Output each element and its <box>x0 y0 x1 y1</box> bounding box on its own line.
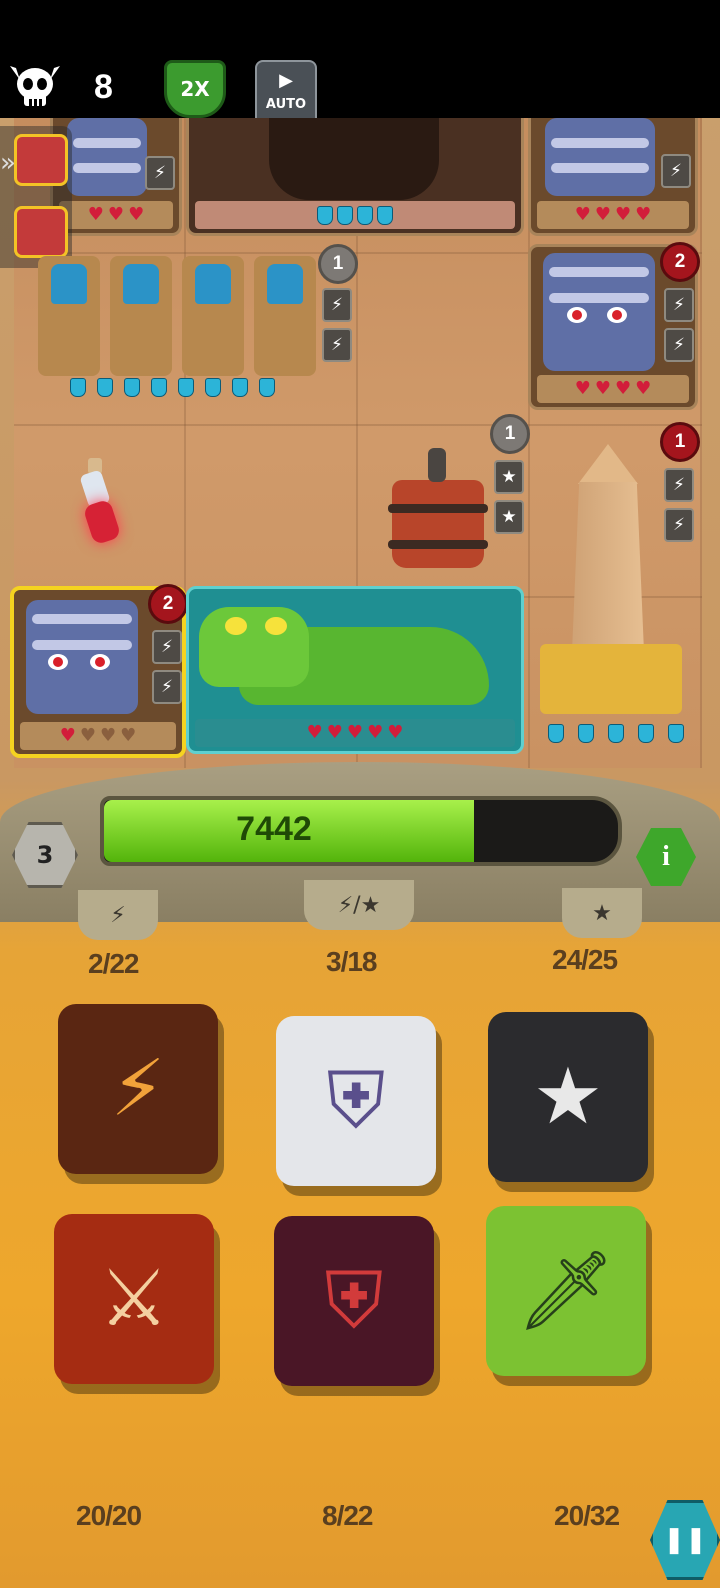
bolt-pip: ⚡ <box>664 508 694 542</box>
mummy-card-top-right[interactable]: ⚡ ♥ ♥ ♥ ♥ <box>528 118 698 236</box>
green-sword-die[interactable]: 🗡 <box>486 1206 646 1376</box>
auto-button[interactable]: ▶ AUTO <box>255 60 317 126</box>
pause-icon: ❚❚ <box>663 1525 707 1555</box>
skull-icon <box>6 62 64 112</box>
sword-icon: ⚔ <box>99 1254 169 1344</box>
bolt-pip: ⚡ <box>664 288 694 322</box>
count-badge: 1 <box>318 244 358 284</box>
powder-keg-icon[interactable] <box>384 448 494 570</box>
count-badge: 2 <box>148 584 188 624</box>
fire-bolt-die[interactable]: ⚡ <box>58 1004 218 1174</box>
level-number: 3 <box>36 841 54 869</box>
count-badge: 1 <box>490 414 530 454</box>
bolt-icon: ⚡ <box>110 902 126 928</box>
dark-shield-die[interactable]: ⛨ <box>274 1216 434 1386</box>
mummy-icon <box>543 253 655 371</box>
chest-icon[interactable] <box>14 134 68 186</box>
bolt-pip: ⚡ <box>664 468 694 502</box>
bolt-icon: ⚡ <box>110 1044 166 1134</box>
sword-icon: 🗡 <box>516 1245 616 1336</box>
health-bar: ♥ ♥ ♥ ♥ <box>537 201 689 229</box>
gate-icon <box>269 118 439 200</box>
white-shield-die[interactable]: ⛨ <box>276 1016 436 1186</box>
count-badge: 1 <box>660 422 700 462</box>
black-star-die[interactable]: ★ <box>488 1012 648 1182</box>
star-icon: ★ <box>592 900 612 926</box>
potion-icon[interactable] <box>79 458 122 546</box>
armor-bar <box>548 724 684 743</box>
pause-button[interactable]: ❚❚ <box>650 1500 720 1580</box>
bolt-pip: ⚡ <box>661 154 691 188</box>
score-label: 7442 <box>236 810 312 848</box>
count-badge: 2 <box>660 242 700 282</box>
pharaoh-icon <box>38 256 100 376</box>
armor-bar <box>70 378 275 397</box>
bolt-star-tab: ⚡/★ <box>304 880 414 930</box>
bolt-pip: ⚡ <box>322 288 352 322</box>
bottom-left-counter: 20/20 <box>76 1500 142 1531</box>
pharaoh-icon <box>110 256 172 376</box>
fire-sword-die[interactable]: ⚔ <box>54 1214 214 1384</box>
bolt-pip: ⚡ <box>152 670 182 704</box>
stone-gate-card[interactable] <box>186 118 524 236</box>
health-bar: ♥ ♥ ♥ ♥ <box>20 722 176 750</box>
star-pip: ★ <box>494 460 524 494</box>
progress-track: 7442 <box>100 796 622 866</box>
speed-label: 2X <box>180 77 210 101</box>
auto-label: AUTO <box>265 97 307 112</box>
armor-bar <box>195 201 515 229</box>
crocodile-card[interactable]: ♥ ♥ ♥ ♥ ♥ <box>186 586 524 754</box>
pharaoh-icon <box>182 256 244 376</box>
mummy-icon <box>67 118 147 196</box>
health-bar: ♥ ♥ ♥ <box>59 201 173 229</box>
bolt-star-counter: 3/18 <box>326 946 377 977</box>
health-bar: ♥ ♥ ♥ ♥ <box>537 375 689 403</box>
mummy-icon <box>26 600 138 714</box>
bottom-right-counter: 20/32 <box>554 1500 620 1531</box>
bolt-counter: 2/22 <box>88 948 139 979</box>
bolt-pip: ⚡ <box>322 328 352 362</box>
crocodile-icon <box>199 607 499 707</box>
star-counter: 24/25 <box>552 944 618 975</box>
bolt-star-icon: ⚡/★ <box>337 892 381 918</box>
info-icon: i <box>662 841 670 872</box>
bolt-pip: ⚡ <box>664 328 694 362</box>
pharaoh-icon <box>254 256 316 376</box>
skull-count: 8 <box>94 68 113 106</box>
star-icon: ★ <box>533 1052 603 1142</box>
bottom-mid-counter: 8/22 <box>322 1500 373 1531</box>
mummy-icon <box>545 118 655 196</box>
speed-2x-button[interactable]: 2X <box>164 60 226 118</box>
bolt-tab: ⚡ <box>78 890 158 940</box>
bolt-pip: ⚡ <box>152 630 182 664</box>
play-icon: ▶ <box>279 70 293 91</box>
bolt-pip: ⚡ <box>145 156 175 190</box>
star-tab: ★ <box>562 888 642 938</box>
shield-icon: ⛨ <box>326 1055 386 1146</box>
shield-icon: ⛨ <box>324 1255 384 1346</box>
star-pip: ★ <box>494 500 524 534</box>
pharaoh-guards-unit[interactable] <box>30 250 326 400</box>
health-bar: ♥ ♥ ♥ ♥ ♥ <box>195 719 515 747</box>
